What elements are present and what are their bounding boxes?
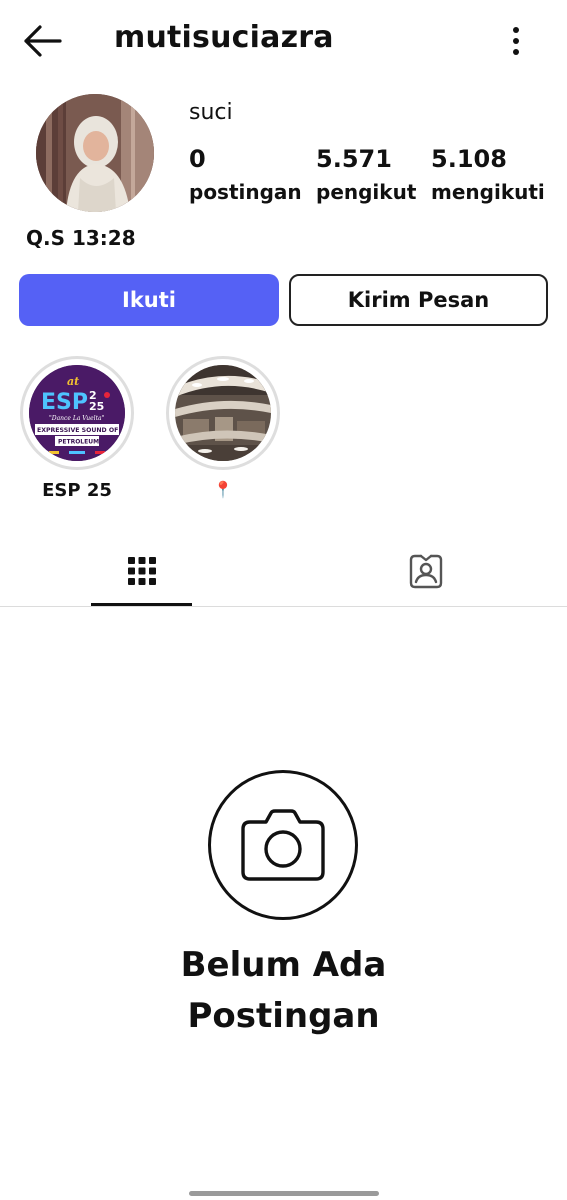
esp-tagline: "Dance La Vuelta": [49, 415, 105, 422]
profile-username: mutisuciazra: [114, 20, 334, 55]
tab-tagged[interactable]: [375, 538, 476, 604]
more-options-button[interactable]: [500, 24, 532, 58]
mall-interior-graphic: [175, 365, 271, 461]
tab-divider: [0, 606, 567, 607]
esp-at-text: at: [67, 375, 79, 388]
highlight-ring: [166, 356, 280, 470]
grid-icon: [127, 557, 156, 585]
stat-following-value: 5.108: [431, 145, 507, 173]
profile-bio: Q.S 13:28: [26, 226, 136, 250]
stat-followers-value: 5.571: [316, 145, 392, 173]
esp-number-bottom: 25: [89, 400, 104, 413]
highlight-label: 📍: [213, 480, 233, 499]
stat-posts[interactable]: 0 postingan: [189, 144, 302, 206]
tagged-user-icon: [409, 554, 442, 589]
highlight-ring: at ESP 2 25 "Dance La Vuelta" EXPRESSIVE…: [20, 356, 134, 470]
avatar[interactable]: [36, 94, 154, 212]
stat-posts-label: postingan: [189, 180, 302, 204]
stat-following-label: mengikuti: [431, 180, 545, 204]
profile-page: mutisuciazra suci 0 postingan 5.571 peng…: [0, 0, 567, 1200]
stat-posts-value: 0: [189, 145, 206, 173]
story-highlight-esp25[interactable]: at ESP 2 25 "Dance La Vuelta" EXPRESSIVE…: [18, 356, 136, 501]
esp-cover-graphic: at ESP 2 25 "Dance La Vuelta" EXPRESSIVE…: [29, 365, 125, 461]
highlight-label: ESP 25: [42, 480, 112, 501]
avatar-photo: [36, 94, 154, 212]
esp-title-text: ESP: [41, 390, 88, 415]
stat-followers-label: pengikut: [316, 180, 417, 204]
stat-following[interactable]: 5.108 mengikuti: [431, 144, 545, 206]
profile-display-name: suci: [189, 100, 233, 125]
top-app-bar: mutisuciazra: [0, 0, 567, 82]
story-highlight-location[interactable]: 📍: [164, 356, 282, 499]
camera-icon: [241, 809, 325, 881]
follow-button[interactable]: Ikuti: [19, 274, 279, 326]
back-button[interactable]: [20, 22, 64, 60]
highlight-cover-location: [175, 365, 271, 461]
empty-state-circle: [208, 770, 358, 920]
arrow-left-icon: [24, 25, 62, 57]
send-message-button[interactable]: Kirim Pesan: [289, 274, 548, 326]
stat-followers[interactable]: 5.571 pengikut: [316, 144, 416, 206]
esp-subtitle-line2: PETROLEUM: [58, 439, 99, 446]
esp-subtitle-line1: EXPRESSIVE SOUND OF: [37, 427, 118, 434]
highlight-cover-esp25: at ESP 2 25 "Dance La Vuelta" EXPRESSIVE…: [29, 365, 125, 461]
home-indicator[interactable]: [189, 1191, 379, 1196]
tab-posts-grid[interactable]: [91, 538, 192, 604]
empty-state-title: Belum Ada Postingan: [180, 945, 387, 1036]
more-vertical-icon: [513, 27, 519, 55]
